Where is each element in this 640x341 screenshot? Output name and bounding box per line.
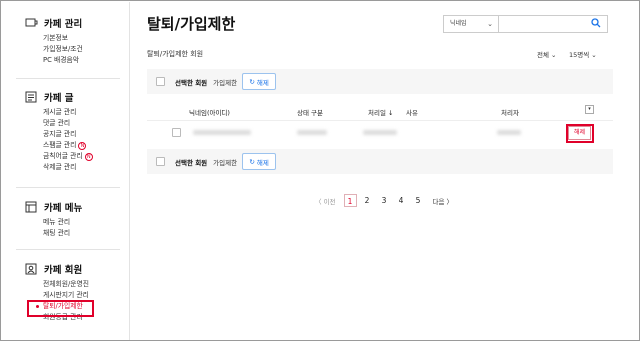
per-page-value: 15명씩: [569, 51, 590, 59]
release-button-label: 해제: [256, 78, 269, 87]
chevron-down-icon: ⌄: [487, 20, 493, 28]
sidebar-item-join-info[interactable]: 가입정보/조건: [43, 44, 129, 55]
restrict-label: 가입제한: [213, 158, 238, 167]
divider: [16, 187, 120, 188]
sidebar-section-title[interactable]: 카페 회원: [44, 262, 82, 276]
cafe-cup-icon: [25, 17, 39, 29]
search-input[interactable]: [499, 15, 608, 33]
window-frame: 카페 관리 기본정보 가입정보/조건 PC 배경음악 카페 글 게시글 관리 댓…: [0, 0, 640, 341]
search-type-select[interactable]: 닉네임 ⌄: [443, 15, 499, 33]
refresh-icon: ↻: [249, 157, 257, 166]
restrict-label: 가입제한: [213, 78, 238, 87]
post-icon: [25, 91, 39, 103]
sidebar-section-title[interactable]: 카페 글: [44, 90, 74, 104]
sidebar-item-chat-manage[interactable]: 채팅 관리: [43, 228, 129, 239]
sidebar-item-basic-info[interactable]: 기본정보: [43, 33, 129, 44]
column-header-reason: 사유: [406, 109, 418, 117]
highlight-box: [27, 300, 94, 317]
pagination: 〈 이전 1 2 3 4 5 다음 〉: [315, 194, 461, 207]
column-header-date-label: 처리일: [368, 109, 386, 117]
column-header-handler: 처리자: [501, 109, 519, 117]
new-badge: N: [84, 152, 93, 161]
per-page-dropdown[interactable]: 15명씩 ⌄: [569, 49, 597, 59]
page-title: 탈퇴/가입제한: [147, 15, 236, 33]
divider: [147, 120, 613, 121]
sidebar-section-cafe-posts: 카페 글 게시글 관리 댓글 관리 공지글 관리 스팸글 관리 N 금칙어글 관리…: [25, 90, 129, 173]
release-button[interactable]: ↻ 해제: [242, 73, 277, 90]
page-number-current[interactable]: 1: [343, 194, 357, 207]
column-header-date[interactable]: 처리일 ↓: [368, 107, 393, 117]
sidebar-section-title[interactable]: 카페 관리: [44, 16, 82, 30]
divider: [16, 78, 120, 79]
blurred-nickname: [193, 130, 251, 135]
column-options-button[interactable]: ▾: [585, 105, 594, 114]
sidebar-item-all-members[interactable]: 전체회원/운영진: [43, 279, 129, 290]
sidebar-item-menu-manage[interactable]: 메뉴 관리: [43, 217, 129, 228]
page-number[interactable]: 5: [412, 194, 425, 207]
sidebar-item-label: 스팸글 관리: [43, 141, 77, 149]
column-header-nickname: 닉네임(아이디): [189, 109, 230, 117]
divider: [16, 249, 120, 250]
release-button-label: 해제: [256, 158, 269, 167]
sidebar-item-pc-bgm[interactable]: PC 배경음악: [43, 55, 129, 66]
bulk-action-toolbar-bottom: 선택한 회원 가입제한 ↻ 해제: [147, 149, 613, 174]
new-badge: N: [78, 141, 87, 150]
member-icon: [25, 263, 39, 275]
sidebar-section-cafe-manage: 카페 관리 기본정보 가입정보/조건 PC 배경음악: [25, 16, 129, 66]
filter-value: 전체: [537, 51, 549, 59]
sidebar-item-banned-word-manage[interactable]: 금칙어글 관리 N: [43, 151, 129, 162]
select-value: 닉네임: [450, 20, 467, 27]
selected-members-label: 선택한 회원: [175, 78, 208, 87]
sidebar-item-label: 금칙어글 관리: [43, 152, 83, 160]
sidebar-section-cafe-menu: 카페 메뉴 메뉴 관리 채팅 관리: [25, 200, 129, 239]
next-page-link[interactable]: 다음 〉: [433, 196, 454, 206]
release-button[interactable]: ↻ 해제: [242, 153, 277, 170]
select-all-checkbox[interactable]: [156, 157, 165, 166]
sidebar-item-notice-manage[interactable]: 공지글 관리: [43, 129, 129, 140]
prev-page-link[interactable]: 〈 이전: [315, 196, 336, 206]
sidebar-section-title[interactable]: 카페 메뉴: [44, 200, 82, 214]
main-content: 탈퇴/가입제한 닉네임 ⌄ 탈퇴/가입제한 회원 전체 ⌄ 15명씩 ⌄ 선택한…: [131, 2, 639, 340]
page-number[interactable]: 3: [378, 194, 391, 207]
blurred-date: [363, 130, 397, 135]
blurred-status: [297, 130, 327, 135]
sidebar-item-post-manage[interactable]: 게시글 관리: [43, 107, 129, 118]
sidebar-item-deleted-manage[interactable]: 삭제글 관리: [43, 162, 129, 173]
highlight-box: [566, 124, 594, 143]
sidebar-item-spam-manage[interactable]: 스팸글 관리 N: [43, 140, 129, 151]
refresh-icon: ↻: [249, 77, 257, 86]
select-all-checkbox[interactable]: [156, 77, 165, 86]
sort-icon: ↓: [388, 109, 394, 117]
bulk-action-toolbar-top: 선택한 회원 가입제한 ↻ 해제: [147, 69, 613, 94]
search-icon[interactable]: [591, 18, 601, 28]
selected-members-label: 선택한 회원: [175, 158, 208, 167]
blurred-handler: [497, 130, 521, 135]
sidebar: 카페 관리 기본정보 가입정보/조건 PC 배경음악 카페 글 게시글 관리 댓…: [2, 2, 130, 340]
section-subtitle: 탈퇴/가입제한 회원: [147, 50, 204, 58]
sidebar-item-comment-manage[interactable]: 댓글 관리: [43, 118, 129, 129]
column-header-status: 상태 구분: [297, 109, 323, 117]
menu-icon: [25, 201, 39, 213]
row-checkbox[interactable]: [172, 128, 181, 137]
page-number[interactable]: 2: [361, 194, 374, 207]
filter-all-dropdown[interactable]: 전체 ⌄: [537, 49, 556, 59]
page-number[interactable]: 4: [395, 194, 408, 207]
